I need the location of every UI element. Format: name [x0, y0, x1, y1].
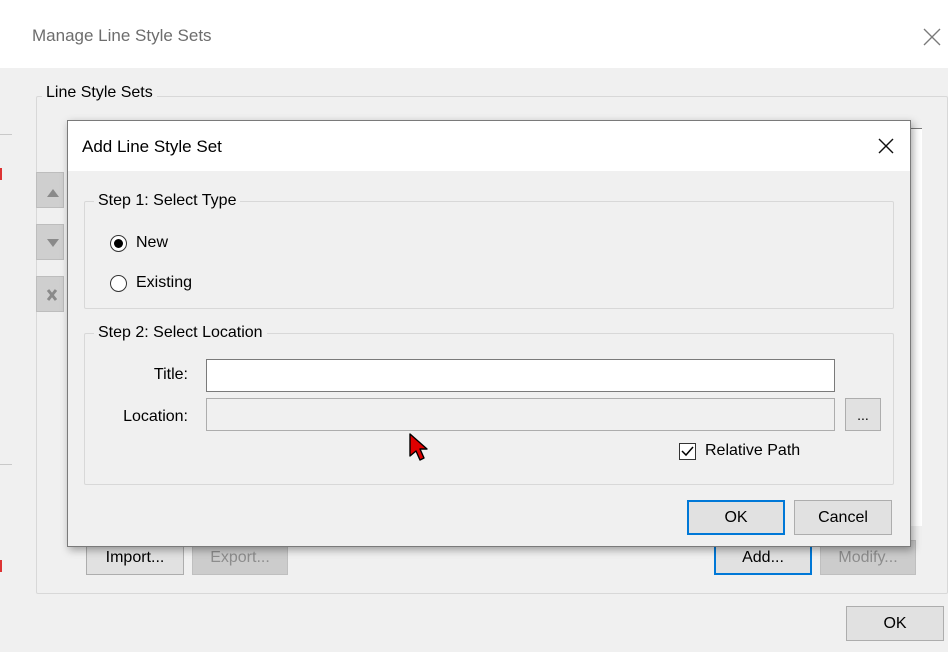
dialog-ok-button[interactable]: OK — [687, 500, 785, 535]
delete-icon — [46, 289, 58, 301]
line-style-sets-group-label: Line Style Sets — [42, 83, 157, 103]
left-edge-strip — [0, 68, 14, 652]
outer-ok-button[interactable]: OK — [846, 606, 944, 641]
radio-existing[interactable]: Existing — [110, 274, 192, 292]
title-input[interactable] — [206, 359, 835, 392]
outer-title-bar: Manage Line Style Sets — [0, 0, 948, 68]
line-style-sets-list[interactable] — [910, 128, 922, 526]
radio-selected-dot — [114, 238, 123, 248]
location-field-label: Location: — [123, 408, 188, 425]
dialog-close-icon[interactable] — [871, 131, 901, 161]
radio-existing-indicator[interactable] — [110, 274, 127, 292]
relative-path-checkbox[interactable]: Relative Path — [679, 442, 800, 460]
dialog-cancel-button[interactable]: Cancel — [794, 500, 892, 535]
browse-button[interactable]: ... — [845, 398, 881, 431]
add-line-style-set-dialog: Add Line Style Set Step 1: Select Type N… — [67, 120, 911, 547]
title-field-label: Title: — [153, 366, 188, 383]
radio-new-label: New — [136, 234, 169, 251]
dialog-title: Add Line Style Set — [82, 137, 222, 156]
edge-marker — [0, 560, 2, 572]
step1-group — [84, 201, 894, 309]
down-arrow-icon — [47, 239, 59, 247]
edge-marker — [0, 168, 2, 180]
radio-new[interactable]: New — [110, 234, 168, 252]
mouse-pointer-icon — [409, 433, 428, 461]
radio-existing-label: Existing — [136, 274, 193, 291]
edge-divider — [0, 134, 12, 135]
up-arrow-icon — [47, 189, 59, 197]
move-down-button[interactable] — [36, 224, 64, 260]
radio-new-indicator[interactable] — [110, 234, 127, 252]
delete-button[interactable] — [36, 276, 64, 312]
edge-divider — [0, 464, 12, 465]
relative-path-label: Relative Path — [705, 442, 801, 459]
relative-path-check-indicator[interactable] — [679, 442, 696, 460]
location-input[interactable] — [206, 398, 835, 431]
outer-close-icon[interactable] — [916, 20, 948, 52]
dialog-title-bar: Add Line Style Set — [68, 121, 910, 171]
step1-label: Step 1: Select Type — [94, 191, 241, 211]
move-up-button[interactable] — [36, 172, 64, 208]
step2-label: Step 2: Select Location — [94, 323, 267, 343]
checkmark-icon — [681, 446, 694, 456]
outer-window-title: Manage Line Style Sets — [32, 26, 212, 45]
